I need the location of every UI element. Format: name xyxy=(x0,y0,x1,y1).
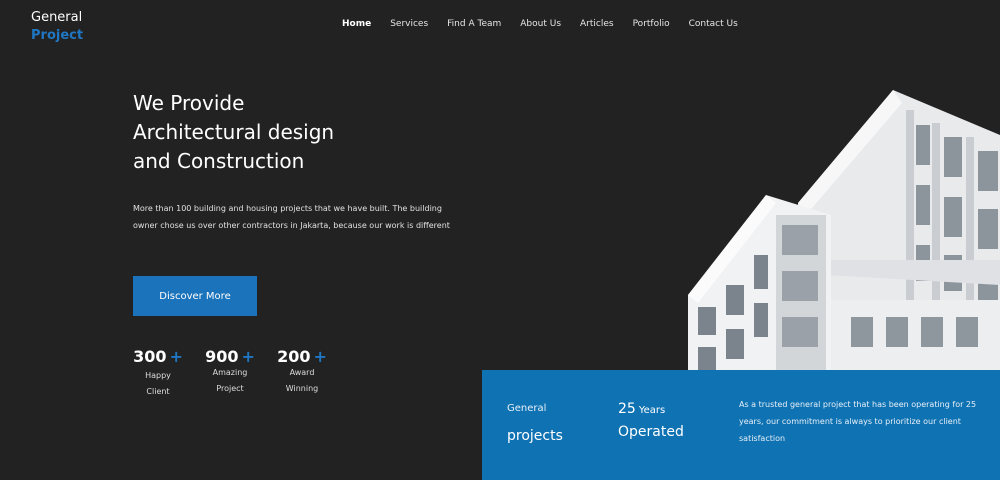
building-image xyxy=(688,90,1000,375)
hero-title-line2: Architectural design xyxy=(133,120,335,144)
stat-label-line2: Project xyxy=(216,384,244,393)
nav-item-contact-us[interactable]: Contact Us xyxy=(689,19,738,29)
stat-label-line1: Amazing xyxy=(212,368,248,377)
plus-icon: + xyxy=(169,347,183,366)
info-panel: General projects 25 Years Operated As a t… xyxy=(482,370,1000,480)
stat-happy-client: 300 + Happy Client xyxy=(133,347,183,400)
nav-item-portfolio[interactable]: Portfolio xyxy=(633,19,670,29)
hero-title: We Provide Architectural design and Cons… xyxy=(133,89,453,176)
brand-logo[interactable]: General Project xyxy=(31,9,83,45)
nav-item-home[interactable]: Home xyxy=(342,19,371,29)
stat-label-line2: Winning xyxy=(285,384,319,393)
discover-more-button[interactable]: Discover More xyxy=(133,276,257,316)
hero-title-line3: and Construction xyxy=(133,149,305,173)
stat-award-winning: 200 + Award Winning xyxy=(277,347,327,397)
hero-description: More than 100 building and housing proje… xyxy=(133,204,450,230)
stat-number: 200 xyxy=(277,347,311,366)
stat-label-line1: Happy xyxy=(145,371,171,380)
nav-item-find-a-team[interactable]: Find A Team xyxy=(447,19,501,29)
info-label-big: projects xyxy=(507,428,563,444)
info-label-small: General xyxy=(507,403,547,414)
stat-amazing-project: 900 + Amazing Project xyxy=(205,347,255,397)
stat-number: 300 xyxy=(133,347,167,366)
plus-icon: + xyxy=(313,347,327,366)
main-nav: Home Services Find A Team About Us Artic… xyxy=(342,19,757,29)
plus-icon: + xyxy=(241,347,255,366)
info-text: As a trusted general project that has be… xyxy=(739,400,977,443)
years-unit: Years xyxy=(638,405,666,416)
nav-item-services[interactable]: Services xyxy=(390,19,428,29)
brand-name-line1: General xyxy=(31,10,83,25)
nav-item-articles[interactable]: Articles xyxy=(580,19,614,29)
brand-name-line2: Project xyxy=(31,28,84,43)
years-label: Operated xyxy=(618,424,684,440)
hero-title-line1: We Provide xyxy=(133,91,245,115)
stat-number: 900 xyxy=(205,347,239,366)
stat-label-line2: Client xyxy=(146,387,170,396)
years-figure: 25 Years xyxy=(618,401,665,417)
years-number: 25 xyxy=(618,401,636,417)
nav-item-about-us[interactable]: About Us xyxy=(520,19,561,29)
stat-label-line1: Award xyxy=(289,368,315,377)
